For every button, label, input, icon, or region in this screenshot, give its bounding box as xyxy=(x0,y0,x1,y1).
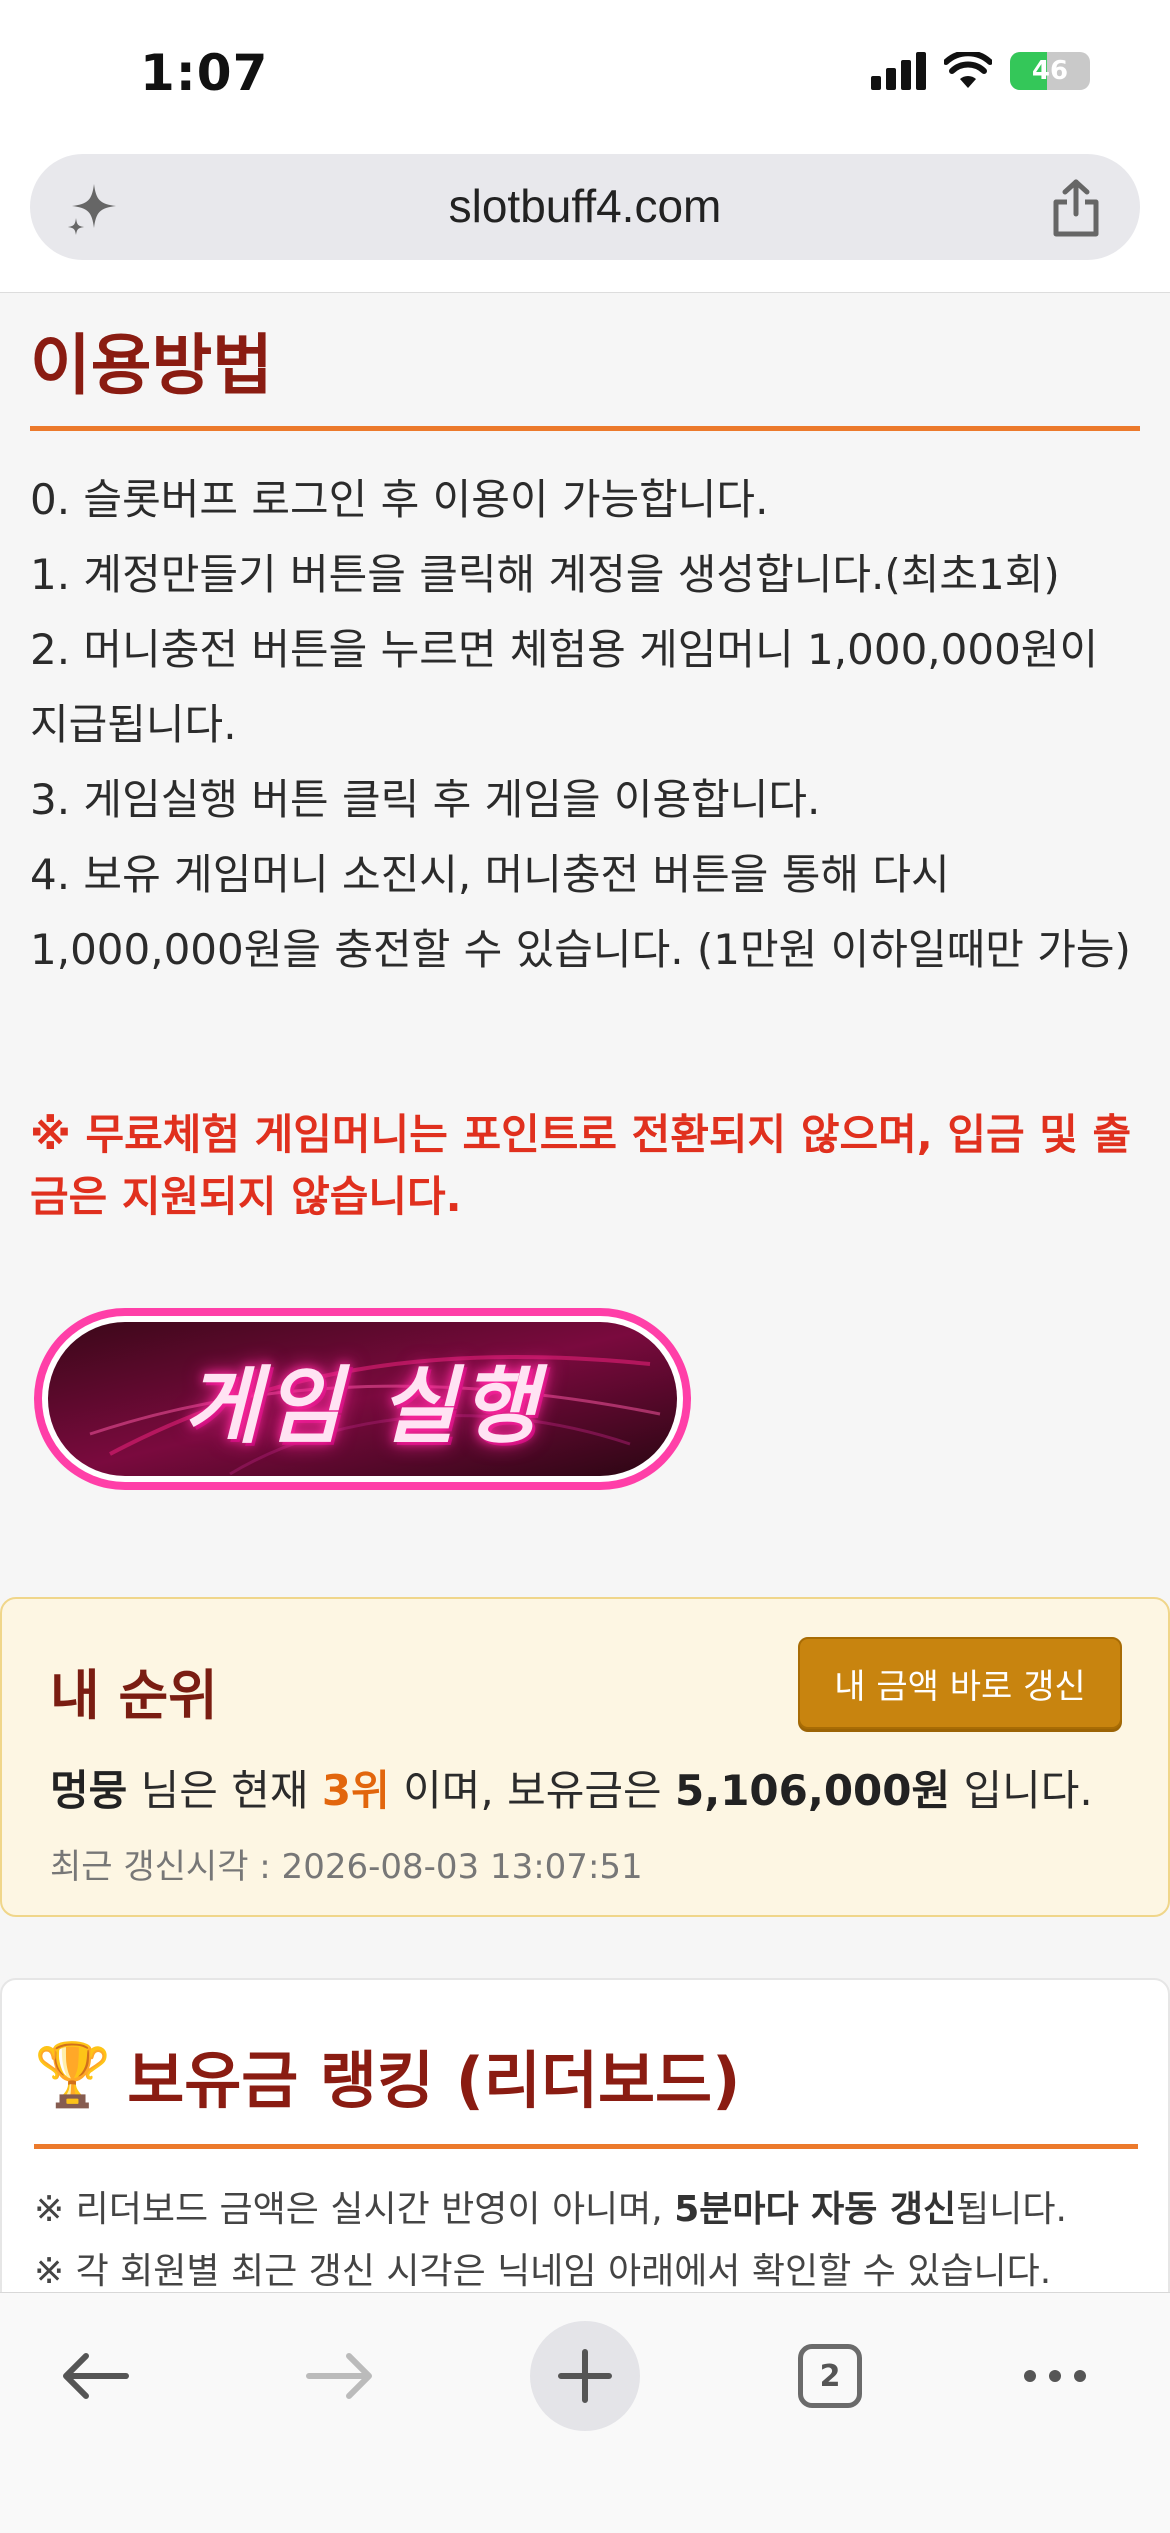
tabs-button[interactable]: 2 xyxy=(775,2321,885,2431)
leaderboard-title: 보유금 랭킹 (리더보드) xyxy=(127,2044,741,2117)
browser-toolbar: 2 xyxy=(0,2292,1170,2533)
instructions-list: 0. 슬롯버프 로그인 후 이용이 가능합니다. 1. 계정만들기 버튼을 클릭… xyxy=(30,462,1140,987)
leaderboard-divider xyxy=(34,2144,1138,2149)
browser-url-area: slotbuff4.com xyxy=(0,150,1170,293)
balance-amount: 5,106,000원 xyxy=(675,1766,951,1815)
instruction-step: 1. 계정만들기 버튼을 클릭해 계정을 생성합니다.(최초1회) xyxy=(30,550,1060,599)
leaderboard-note: ※ 각 회원별 최근 갱신 시각은 닉네임 아래에서 확인할 수 있습니다. xyxy=(34,2251,1052,2292)
plus-icon xyxy=(558,2349,612,2403)
instruction-step: 0. 슬롯버프 로그인 후 이용이 가능합니다. xyxy=(30,475,769,524)
battery-level: 46 xyxy=(1031,56,1069,86)
leaderboard-note: ※ 리더보드 금액은 실시간 반영이 아니며, 5분마다 자동 갱신됩니다. xyxy=(34,2180,1067,2232)
wifi-icon xyxy=(944,52,992,88)
share-icon[interactable] xyxy=(1048,178,1104,238)
url-text[interactable]: slotbuff4.com xyxy=(30,179,1140,233)
more-button[interactable] xyxy=(1000,2321,1110,2431)
page-content: 이용방법 0. 슬롯버프 로그인 후 이용이 가능합니다. 1. 계정만들기 버… xyxy=(0,292,1170,2292)
last-updated: 최근 갱신시각 : 2026-08-03 13:07:51 xyxy=(50,1847,643,1887)
url-bar[interactable]: slotbuff4.com xyxy=(30,154,1140,260)
note-text: 됩니다. xyxy=(956,2189,1067,2230)
rank-text: 이며, 보유금은 xyxy=(389,1766,676,1815)
cellular-signal-icon xyxy=(871,52,926,90)
usage-title: 이용방법 xyxy=(30,327,273,404)
more-icon xyxy=(1024,2370,1086,2382)
game-start-button[interactable]: 게임 실행 xyxy=(30,1304,695,1494)
tabs-count: 2 xyxy=(798,2344,862,2408)
back-button[interactable] xyxy=(40,2321,150,2431)
leaderboard-title-row: 🏆 보유금 랭킹 (리더보드) xyxy=(34,2030,740,2120)
status-bar: 1:07 46 xyxy=(0,0,1170,150)
rank-value: 3위 xyxy=(321,1766,390,1815)
note-bold: 5분마다 자동 갱신 xyxy=(674,2189,957,2230)
rank-summary: 멍뭉 님은 현재 3위 이며, 보유금은 5,106,000원 입니다. xyxy=(50,1757,1093,1818)
forward-arrow-icon xyxy=(306,2353,372,2399)
back-arrow-icon xyxy=(63,2353,129,2399)
nickname: 멍뭉 xyxy=(50,1766,128,1815)
my-rank-panel: 내 순위 내 금액 바로 갱신 멍뭉 님은 현재 3위 이며, 보유금은 5,1… xyxy=(0,1597,1170,1917)
note-text: ※ 리더보드 금액은 실시간 반영이 아니며, xyxy=(34,2189,675,2230)
instruction-step: 3. 게임실행 버튼 클릭 후 게임을 이용합니다. xyxy=(30,775,821,824)
my-rank-title: 내 순위 xyxy=(50,1664,218,1727)
title-divider xyxy=(30,426,1140,431)
forward-button[interactable] xyxy=(285,2321,395,2431)
leaderboard-panel: 🏆 보유금 랭킹 (리더보드) ※ 리더보드 금액은 실시간 반영이 아니며, … xyxy=(0,1978,1170,2292)
warning-notice: ※ 무료체험 게임머니는 포인트로 전환되지 않으며, 입금 및 출금은 지원되… xyxy=(30,1110,1132,1221)
rank-text: 님은 현재 xyxy=(127,1766,322,1815)
battery-icon: 46 xyxy=(1010,52,1090,90)
game-button-label: 게임 실행 xyxy=(183,1356,542,1455)
refresh-amount-button[interactable]: 내 금액 바로 갱신 xyxy=(798,1637,1122,1729)
status-icons: 46 xyxy=(871,52,1090,90)
status-time: 1:07 xyxy=(140,44,269,102)
rank-text: 입니다. xyxy=(950,1766,1093,1815)
new-tab-button[interactable] xyxy=(530,2321,640,2431)
instruction-step: 2. 머니충전 버튼을 누르면 체험용 게임머니 1,000,000원이 지급됩… xyxy=(30,625,1099,749)
trophy-icon: 🏆 xyxy=(34,2038,112,2111)
instruction-step: 4. 보유 게임머니 소진시, 머니충전 버튼을 통해 다시 1,000,000… xyxy=(30,850,1131,974)
